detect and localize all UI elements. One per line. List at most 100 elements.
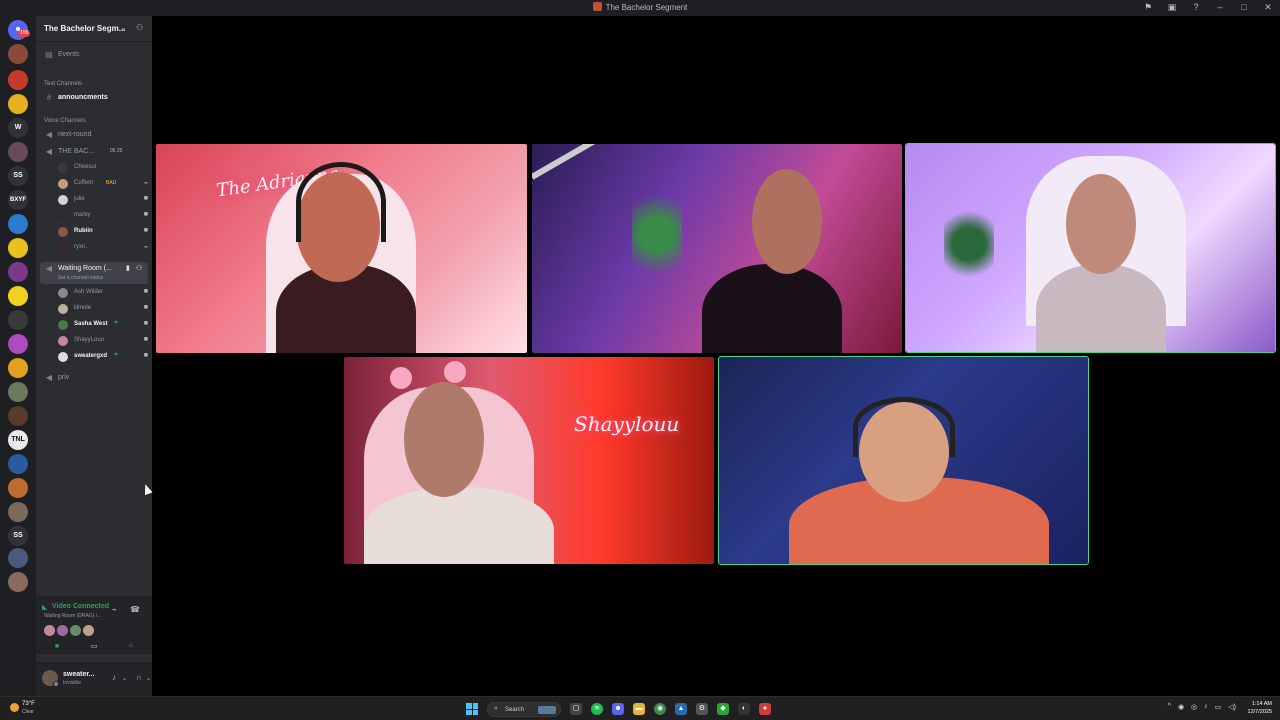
server-icon-16[interactable]	[8, 406, 28, 426]
server-icon-22[interactable]	[8, 548, 28, 568]
video-tile[interactable]	[532, 144, 902, 353]
video-tile[interactable]	[718, 356, 1089, 565]
chrome-icon[interactable]: ◉	[654, 703, 666, 715]
voice-connected-subtitle[interactable]: Waiting Room (DRAG) /...	[44, 613, 101, 619]
server-icon-8[interactable]	[8, 214, 28, 234]
chevron-up-icon[interactable]: ^	[1168, 703, 1171, 711]
network-icon[interactable]: ▭	[1215, 703, 1222, 711]
voice-user[interactable]: Rubiin ■	[58, 225, 148, 239]
microphone-icon[interactable]: ♪	[112, 673, 116, 682]
server-icon-23[interactable]	[8, 572, 28, 592]
weather-widget[interactable]: 73°F Clear	[8, 700, 48, 718]
server-icon-ss-2[interactable]: SS	[8, 526, 28, 546]
channel-status[interactable]: Set a channel status	[58, 275, 103, 281]
flag-icon[interactable]: ⚑	[1142, 1, 1154, 13]
category-label: Text Channels	[44, 81, 83, 87]
voice-user[interactable]: Ash Wilder ■	[58, 286, 148, 300]
server-icon-11[interactable]	[8, 286, 28, 306]
tray-app-icon[interactable]: ◉	[1178, 703, 1184, 711]
server-icon-15[interactable]	[8, 382, 28, 402]
invite-icon[interactable]: ⚇	[136, 23, 143, 32]
user-name: Rubiin	[74, 228, 93, 234]
voice-channel-priv[interactable]: ◀ priv	[36, 371, 152, 385]
microphone-icon[interactable]: ♪	[1204, 703, 1208, 711]
voice-user[interactable]: julie ■	[58, 193, 148, 207]
minimize-icon[interactable]: –	[1214, 1, 1226, 13]
camera-button[interactable]: ■	[40, 641, 74, 653]
user-name[interactable]: sweater...	[63, 671, 95, 678]
server-icon-w[interactable]: W	[8, 118, 28, 138]
events-item[interactable]: ▤ Events	[36, 48, 152, 62]
server-icon-bachelor[interactable]	[8, 44, 28, 64]
voice-channel-waiting-room[interactable]: ◀ Waiting Room (... ▮ ⚇ Set a channel st…	[40, 262, 148, 284]
noise-suppression-icon[interactable]: ⌁	[112, 605, 117, 614]
discord-icon[interactable]: ☻	[612, 703, 624, 715]
voice-user[interactable]: Cheesur	[58, 161, 148, 175]
system-tray: ^ ◉ ◎ ♪ ▭ ◁)	[1168, 703, 1236, 711]
settings-icon[interactable]: ⚙	[696, 703, 708, 715]
voice-user[interactable]: marky ■	[58, 209, 148, 223]
server-icon-bxyf[interactable]: BXYF	[8, 190, 28, 210]
server-icon-5[interactable]	[8, 142, 28, 162]
server-icon-14[interactable]	[8, 358, 28, 378]
server-icon-9[interactable]	[8, 238, 28, 258]
obs-icon[interactable]: ◆	[717, 703, 729, 715]
recording-app-icon[interactable]: ●	[759, 703, 771, 715]
voice-channel-next-round[interactable]: ◀ next-round	[36, 128, 152, 142]
server-icon-18[interactable]	[8, 454, 28, 474]
search-input[interactable]: ⌕ Search	[487, 701, 561, 717]
windows-start-icon[interactable]	[466, 703, 478, 715]
screen-share-button[interactable]: ▭	[77, 641, 111, 653]
voice-user[interactable]: Sasha West ♥ ■	[58, 318, 148, 332]
voice-channel-the-bac[interactable]: ◀ THE BAC... 06 25	[36, 145, 152, 159]
streamer	[702, 264, 842, 353]
server-icon-3[interactable]	[8, 94, 28, 114]
video-icon: ■	[143, 195, 148, 202]
tray-app-icon[interactable]: ◎	[1191, 703, 1197, 711]
video-tile[interactable]	[905, 143, 1276, 353]
channel-announcments[interactable]: # announcments	[36, 91, 152, 105]
voice-user[interactable]: lilmole ■	[58, 302, 148, 316]
maximize-icon[interactable]: □	[1238, 1, 1250, 13]
server-icon-19[interactable]	[8, 478, 28, 498]
app-icon[interactable]: ◐	[738, 703, 750, 715]
file-explorer-icon[interactable]: ▬	[633, 703, 645, 715]
server-icon-13[interactable]	[8, 334, 28, 354]
user-name: Sasha West	[74, 321, 108, 327]
volume-icon[interactable]: ◁)	[1228, 703, 1236, 711]
chevron-down-icon[interactable]: ⌄	[122, 675, 127, 682]
voice-user[interactable]: ShayyLouu ■	[58, 334, 148, 348]
server-header[interactable]: The Bachelor Segm... ⌄ ⚇	[36, 16, 152, 42]
close-icon[interactable]: ✕	[1262, 1, 1274, 13]
add-user-icon[interactable]: ⚇	[136, 264, 142, 272]
server-name: The Bachelor Segm...	[44, 24, 126, 33]
video-tile[interactable]: The Adrianna	[156, 144, 527, 353]
server-icon-20[interactable]	[8, 502, 28, 522]
user-name: ShayyLouu	[74, 337, 105, 343]
headphones-icon[interactable]: ∩	[136, 673, 142, 682]
help-icon[interactable]: ?	[1190, 1, 1202, 13]
server-icon-ss[interactable]: SS	[8, 166, 28, 186]
chevron-down-icon[interactable]: ⌄	[146, 675, 151, 682]
photos-icon[interactable]: ▲	[675, 703, 687, 715]
activities-button[interactable]: ⁘	[114, 641, 148, 653]
chat-icon[interactable]: ▮	[126, 264, 130, 272]
server-icon-10[interactable]	[8, 262, 28, 282]
server-icon-tnl[interactable]: TNL	[8, 430, 28, 450]
video-tile[interactable]: Shayylouu	[344, 357, 714, 564]
voice-user[interactable]: ryxn. ⌁	[58, 241, 148, 255]
voice-connected-title[interactable]: ◣ Video Connected	[42, 603, 109, 611]
inbox-icon[interactable]: ▣	[1166, 1, 1178, 13]
text-channels-category[interactable]: Text Channels	[36, 78, 152, 92]
voice-user[interactable]: sweatergxd ♥ ■	[58, 350, 148, 364]
server-icon-2[interactable]	[8, 70, 28, 90]
voice-user[interactable]: Cuffem BAU ⌁	[58, 177, 148, 191]
christmas-tree	[944, 204, 994, 284]
clock[interactable]: 1:14 AM 12/7/2025	[1248, 700, 1272, 716]
avatar	[44, 625, 55, 636]
voice-channels-category[interactable]: Voice Channels	[36, 115, 152, 129]
task-view-icon[interactable]: ▢	[570, 703, 582, 715]
spotify-icon[interactable]: ≋	[591, 703, 603, 715]
server-icon-12[interactable]	[8, 310, 28, 330]
disconnect-icon[interactable]: ☎	[130, 605, 140, 614]
